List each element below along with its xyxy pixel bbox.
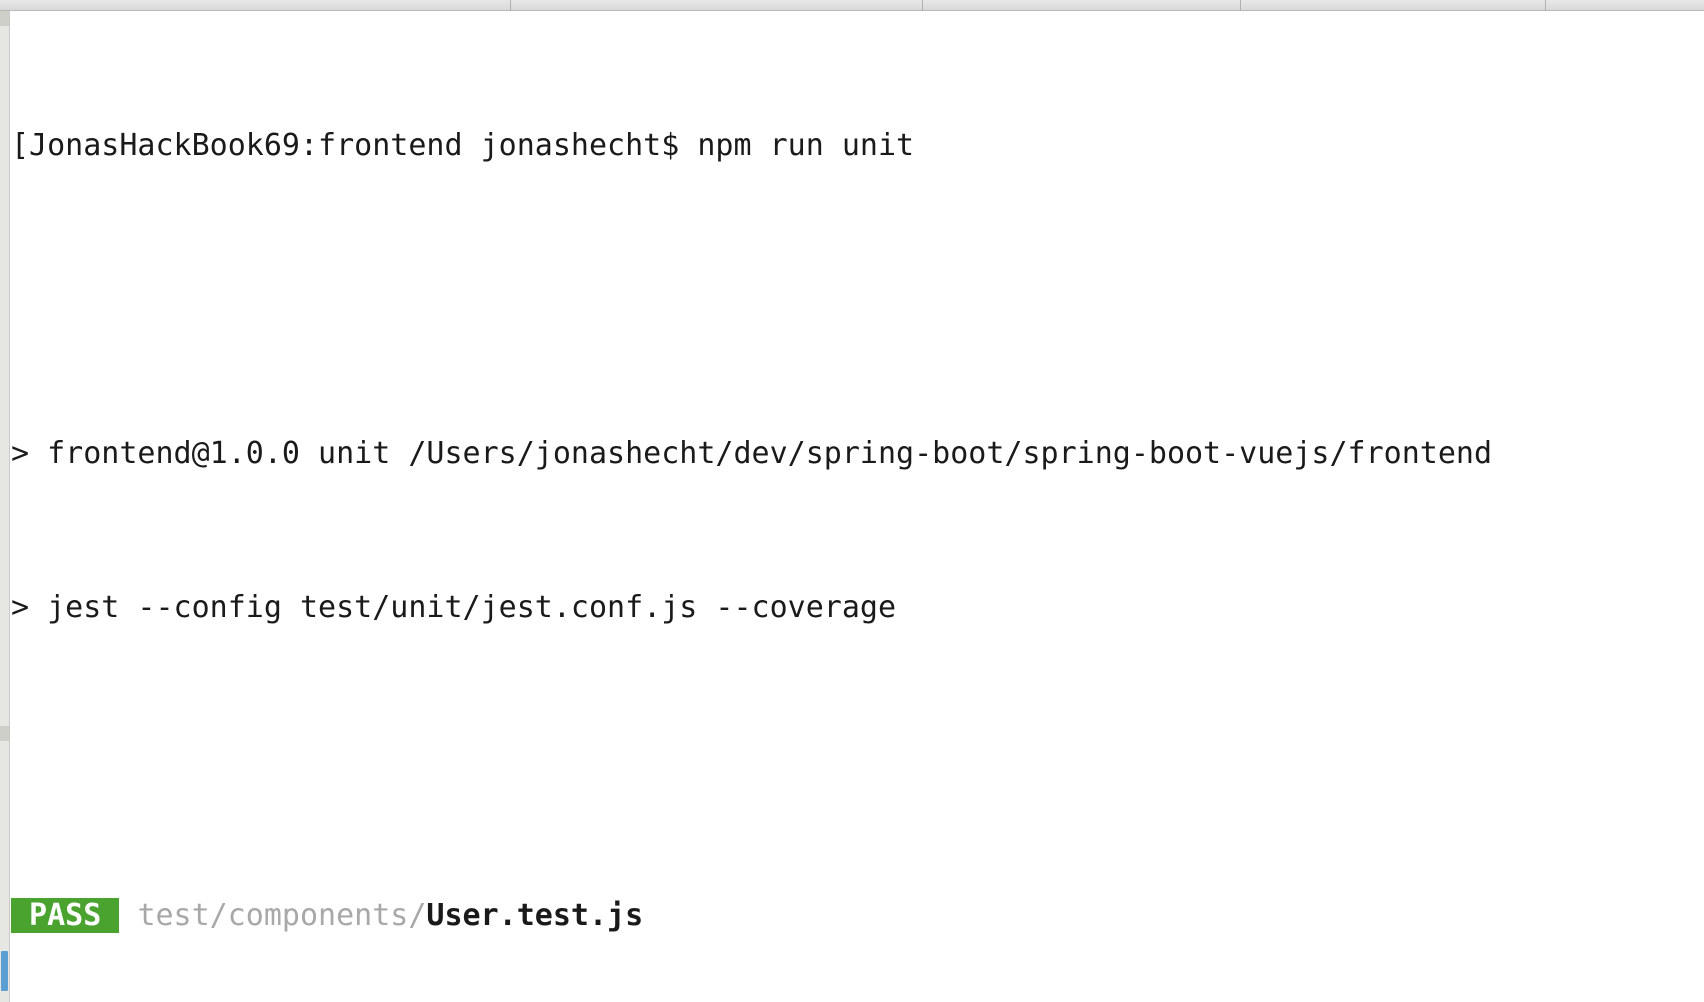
- titlebar-seam: [1240, 0, 1241, 11]
- gutter-mark: [0, 11, 9, 26]
- test-result-row: PASS test/components/User.test.js: [11, 897, 1704, 936]
- scrollbar-thumb[interactable]: [1, 951, 8, 991]
- pass-badge: PASS: [11, 897, 120, 933]
- terminal-gutter-marks[interactable]: [0, 11, 10, 1002]
- terminal-window: [JonasHackBook69:frontend jonashecht$ np…: [0, 0, 1704, 1002]
- test-file-name: User.test.js: [426, 897, 644, 933]
- titlebar-seam: [510, 0, 511, 11]
- window-titlebar-strip: [0, 0, 1704, 11]
- prompt-line: [JonasHackBook69:frontend jonashecht$ np…: [11, 127, 1704, 166]
- titlebar-seam: [1545, 0, 1546, 11]
- npm-command-text: > jest --config test/unit/jest.conf.js -…: [11, 589, 897, 625]
- prompt-text: [JonasHackBook69:frontend jonashecht$ np…: [11, 127, 915, 163]
- titlebar-seam: [922, 0, 923, 11]
- terminal-output[interactable]: [JonasHackBook69:frontend jonashecht$ np…: [11, 11, 1704, 1002]
- gutter-mark: [0, 726, 9, 741]
- npm-package-text: > frontend@1.0.0 unit /Users/jonashecht/…: [11, 435, 1493, 471]
- npm-package-line: > frontend@1.0.0 unit /Users/jonashecht/…: [11, 435, 1704, 474]
- test-path-dim: test/components/: [137, 897, 427, 933]
- npm-command-line: > jest --config test/unit/jest.conf.js -…: [11, 589, 1704, 628]
